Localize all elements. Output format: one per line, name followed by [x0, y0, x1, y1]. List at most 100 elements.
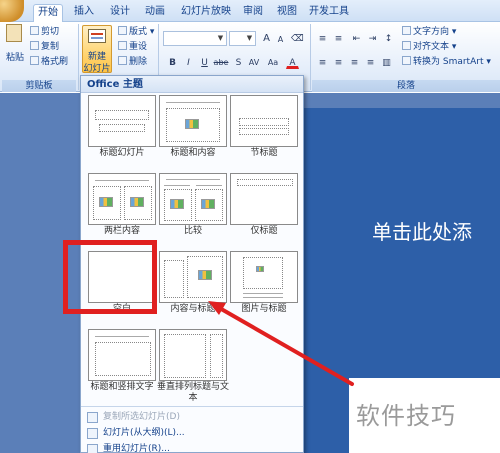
line-spacing-icon[interactable]: ↕	[382, 32, 395, 45]
office-button[interactable]	[0, 0, 24, 22]
caption-line	[243, 297, 283, 298]
layout-label: 标题和竖排文字	[90, 382, 154, 392]
bold-button[interactable]: B	[166, 56, 179, 69]
font-color-button[interactable]: A	[286, 56, 299, 69]
caption-line	[243, 293, 283, 294]
tab-animations[interactable]: 动画	[141, 4, 169, 22]
paste-button[interactable]: 粘贴	[6, 52, 24, 65]
align-center-icon[interactable]: ≡	[332, 56, 345, 69]
layout-label: 图片与标题	[241, 304, 287, 314]
title-placeholder-box	[239, 118, 289, 126]
justify-icon[interactable]: ≡	[364, 56, 377, 69]
layout-title-content[interactable]: 标题和内容	[159, 95, 227, 177]
format-painter-button[interactable]: 格式刷	[30, 56, 68, 69]
clear-format-button[interactable]: ⌫	[290, 32, 304, 45]
layout-section-header[interactable]: 节标题	[230, 95, 298, 177]
font-size-combo[interactable]: ▼	[229, 31, 256, 46]
grow-font-button[interactable]: A	[260, 32, 273, 45]
gallery-header: Office 主题	[81, 76, 303, 93]
title-placeholder[interactable]: 单击此处添	[372, 216, 472, 245]
align-left-icon[interactable]: ≡	[316, 56, 329, 69]
layout-label: 比较	[183, 226, 202, 236]
layout-content-caption[interactable]: 内容与标题	[159, 251, 227, 333]
cut-button[interactable]: 剪切	[30, 26, 59, 39]
title-placeholder-box	[237, 179, 293, 186]
layout-thumbnail	[230, 173, 298, 225]
smartart-button[interactable]: 转换为 SmartArt ▾	[402, 56, 491, 69]
menu-item-label: 幻灯片(从大纲)(L)...	[103, 428, 185, 438]
new-slide-button[interactable]: 新建 幻灯片▾	[82, 25, 112, 84]
layout-vertical-title-text[interactable]: 垂直排列标题与文本	[157, 329, 229, 411]
font-name-combo[interactable]: ▼	[163, 31, 227, 46]
layout-thumbnail	[88, 95, 156, 147]
brush-icon	[30, 56, 39, 65]
align-text-button[interactable]: 对齐文本 ▾	[402, 41, 456, 54]
reuse-slides-menu-item[interactable]: 重用幻灯片(R)...	[81, 442, 303, 453]
delete-label: 删除	[129, 57, 148, 67]
layout-thumbnail	[88, 173, 156, 225]
watermark: 软件技巧	[356, 402, 456, 430]
layout-button[interactable]: 版式 ▾	[118, 26, 154, 39]
tab-review[interactable]: 审阅	[239, 4, 267, 22]
menu-divider	[81, 406, 303, 407]
tab-insert[interactable]: 插入	[70, 4, 98, 22]
layout-title-slide[interactable]: 标题幻灯片	[88, 95, 156, 177]
vertical-text-placeholder-box	[164, 334, 206, 378]
new-slide-label-2: 幻灯片	[83, 64, 111, 74]
menu-item-label: 复制所选幻灯片(D)	[103, 412, 180, 422]
align-text-label: 对齐文本	[413, 42, 450, 52]
layout-picture-caption[interactable]: 图片与标题	[230, 251, 298, 333]
layout-label: 两栏内容	[103, 226, 140, 236]
shrink-font-button[interactable]: A	[274, 33, 287, 46]
caption-placeholder-box	[164, 260, 184, 298]
change-case-button[interactable]: Aa	[265, 56, 281, 69]
decrease-indent-icon[interactable]: ⇤	[350, 32, 363, 45]
layout-title-vertical-text[interactable]: 标题和竖排文字	[88, 329, 156, 411]
smartart-label: 转换为 SmartArt	[413, 57, 484, 67]
title-line	[166, 102, 220, 103]
smartart-icon	[402, 56, 411, 65]
reset-button[interactable]: 重设	[118, 41, 147, 54]
increase-indent-icon[interactable]: ⇥	[366, 32, 379, 45]
layout-icon	[118, 26, 127, 35]
reuse-icon	[87, 444, 98, 453]
outline-icon	[87, 428, 98, 439]
duplicate-slide-menu-item[interactable]: 复制所选幻灯片(D)	[81, 410, 303, 425]
paste-icon[interactable]	[6, 24, 24, 46]
delete-slide-button[interactable]: 删除	[118, 56, 147, 69]
layout-comparison[interactable]: 比较	[159, 173, 227, 255]
numbering-icon[interactable]: ≡	[332, 32, 345, 45]
tab-design[interactable]: 设计	[106, 4, 134, 22]
columns-icon[interactable]: ▥	[380, 56, 393, 69]
bullets-icon[interactable]: ≡	[316, 32, 329, 45]
layout-label: 标题幻灯片	[99, 148, 145, 158]
text-direction-button[interactable]: 文字方向 ▾	[402, 26, 456, 39]
strikethrough-button[interactable]: abe	[212, 56, 230, 69]
cut-label: 剪切	[41, 27, 60, 37]
content-icons	[130, 197, 144, 207]
tab-slideshow[interactable]: 幻灯片放映	[177, 4, 235, 22]
chevron-down-icon: ▼	[246, 34, 253, 42]
title-line	[95, 336, 149, 337]
new-slide-icon	[88, 29, 106, 43]
tab-view[interactable]: 视图	[273, 4, 301, 22]
scissors-icon	[30, 26, 39, 35]
tab-developer[interactable]: 开发工具	[307, 4, 351, 22]
content-icons	[99, 197, 113, 207]
layout-title-only[interactable]: 仅标题	[230, 173, 298, 255]
char-spacing-button[interactable]: AV	[246, 56, 262, 69]
format-painter-label: 格式刷	[41, 57, 69, 67]
italic-button[interactable]: I	[182, 56, 195, 69]
highlight-annotation	[63, 240, 157, 314]
copy-button[interactable]: 复制	[30, 41, 59, 54]
content-icons	[185, 119, 199, 129]
heading-line	[196, 185, 222, 186]
text-direction-icon	[402, 26, 411, 35]
align-right-icon[interactable]: ≡	[348, 56, 361, 69]
clipboard-group-label: 剪贴板	[2, 80, 76, 92]
layout-label: 节标题	[250, 148, 278, 158]
underline-button[interactable]: U	[198, 56, 211, 69]
text-shadow-button[interactable]: S	[232, 56, 245, 69]
slides-from-outline-menu-item[interactable]: 幻灯片(从大纲)(L)...	[81, 426, 303, 441]
tab-home[interactable]: 开始	[33, 4, 63, 22]
